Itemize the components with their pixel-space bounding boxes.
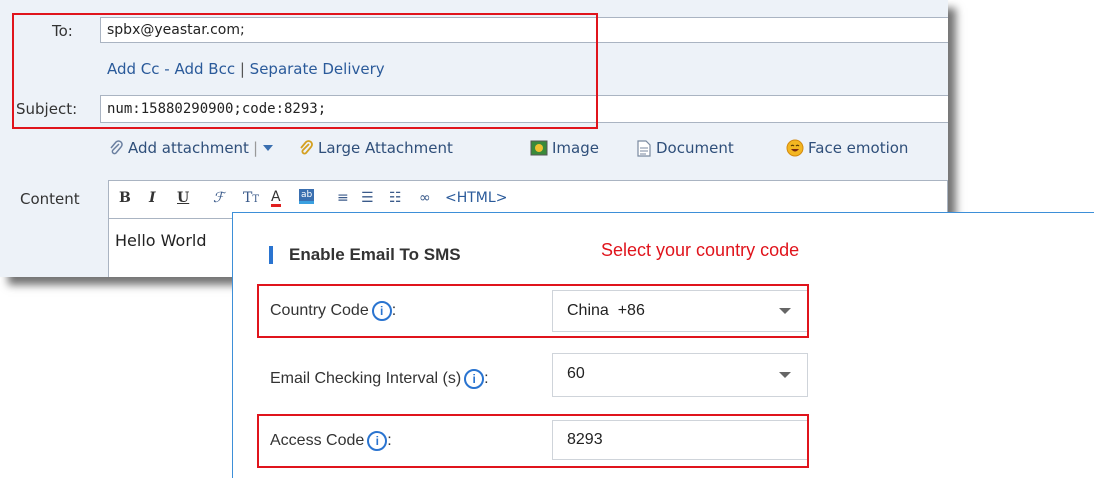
access-code-highlight-box [257, 414, 809, 468]
divider: | [252, 139, 258, 157]
highlight-icon[interactable]: ab [299, 189, 315, 204]
large-attachment-label: Large Attachment [318, 139, 453, 157]
face-emotion-label: Face emotion [808, 139, 909, 157]
add-attachment-label: Add attachment [128, 139, 249, 157]
smiley-icon [786, 139, 804, 157]
image-button[interactable]: Image [530, 139, 599, 157]
font-color-icon[interactable]: A [271, 190, 281, 207]
chevron-down-icon [779, 372, 791, 378]
section-title: Enable Email To SMS [289, 245, 461, 264]
image-icon [530, 140, 548, 156]
content-label: Content [20, 190, 80, 208]
html-toggle[interactable]: <HTML> [445, 190, 507, 206]
italic-button[interactable]: I [149, 190, 156, 206]
bold-button[interactable]: B [119, 190, 131, 206]
document-icon [637, 139, 651, 157]
numbered-list-icon[interactable]: ☷ [389, 190, 402, 206]
paperclip-icon [110, 140, 123, 155]
interval-label: Email Checking Interval (s) i: [270, 369, 489, 389]
bullet-list-icon[interactable]: ☰ [361, 190, 374, 206]
info-icon[interactable]: i [464, 369, 485, 389]
email-to-sms-panel: Enable Email To SMS Select your country … [232, 212, 1094, 478]
body-text: Hello World [115, 231, 207, 250]
interval-select[interactable]: 60 [552, 353, 808, 397]
title-accent-bar [269, 246, 273, 264]
document-button[interactable]: Document [636, 139, 734, 157]
recipient-highlight-box [12, 13, 598, 129]
document-label: Document [656, 139, 734, 157]
link-icon[interactable]: ∞ [419, 190, 431, 206]
paperclip-gold-icon [300, 140, 313, 155]
chevron-down-icon[interactable] [262, 143, 274, 153]
add-attachment-button[interactable]: Add attachment | [108, 139, 278, 157]
large-attachment-button[interactable]: Large Attachment [298, 139, 453, 157]
font-size-icon[interactable]: TT [243, 190, 259, 206]
font-family-icon[interactable]: ℱ [213, 190, 224, 206]
country-code-highlight-box [257, 284, 809, 338]
colon: : [484, 370, 489, 387]
face-emotion-button[interactable]: Face emotion [786, 139, 908, 157]
align-icon[interactable]: ≡ [337, 190, 349, 206]
annotation-text: Select your country code [601, 240, 800, 260]
interval-text: Email Checking Interval (s) [270, 370, 462, 387]
underline-button[interactable]: U [177, 190, 189, 206]
image-label: Image [552, 139, 599, 157]
interval-value: 60 [567, 365, 585, 382]
